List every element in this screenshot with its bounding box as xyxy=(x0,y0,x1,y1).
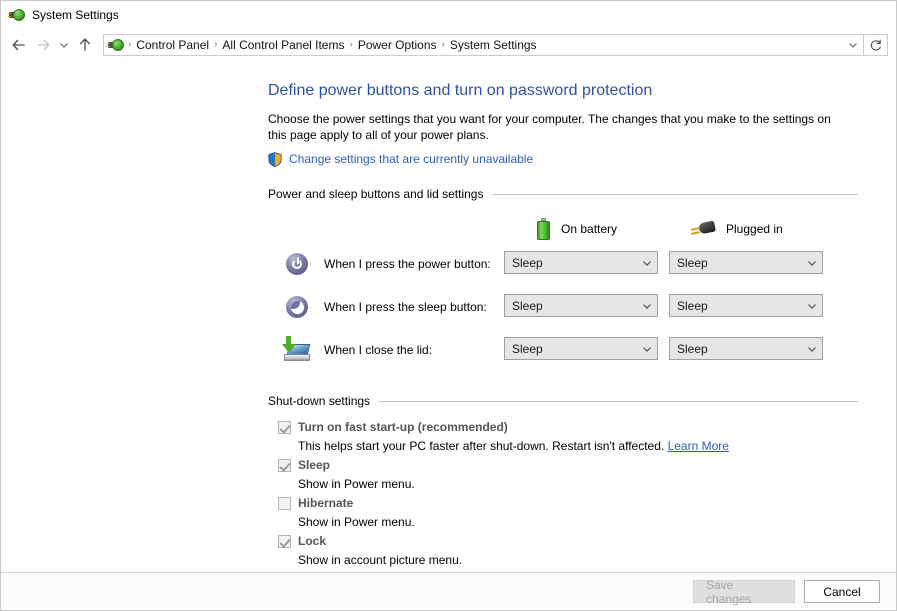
section-rule xyxy=(492,193,858,195)
up-button[interactable] xyxy=(73,33,97,57)
setting-row-close-lid: When I close the lid: Sleep Sleep xyxy=(268,331,858,374)
setting-row-sleep-button: When I press the sleep button: Sleep Sle… xyxy=(268,288,858,331)
breadcrumb-dropdown-button[interactable] xyxy=(843,35,863,55)
refresh-button[interactable] xyxy=(864,34,888,56)
column-header-plugged-in: Plugged in xyxy=(690,217,783,241)
change-settings-link[interactable]: Change settings that are currently unava… xyxy=(289,152,533,167)
checkbox-row-hibernate[interactable]: Hibernate xyxy=(278,495,858,512)
power-plug-icon xyxy=(690,220,716,237)
column-label-on-battery: On battery xyxy=(561,222,618,236)
setting-label-sleep-button: When I press the sleep button: xyxy=(324,300,487,314)
system-settings-window: System Settings › Control Panel › All Co… xyxy=(0,0,897,611)
breadcrumb-separator: › xyxy=(214,39,218,50)
section-title-shutdown: Shut-down settings xyxy=(268,394,371,408)
chevron-down-icon xyxy=(802,343,822,355)
checkbox-row-lock[interactable]: Lock xyxy=(278,533,858,550)
section-rule xyxy=(379,400,858,402)
forward-button[interactable] xyxy=(31,33,55,57)
breadcrumb-item-power-options[interactable]: Power Options xyxy=(355,35,440,55)
setting-label-close-lid: When I close the lid: xyxy=(324,343,433,357)
breadcrumb-separator: › xyxy=(349,39,353,50)
sleep-button-icon xyxy=(282,292,312,322)
checkbox-hibernate[interactable] xyxy=(278,497,291,510)
checkbox-label-lock: Lock xyxy=(298,534,327,548)
setting-row-power-button: When I press the power button: Sleep Sle… xyxy=(268,245,858,288)
recent-pages-button[interactable] xyxy=(55,33,73,57)
section-header-shutdown: Shut-down settings xyxy=(268,394,858,408)
breadcrumb-item-system-settings[interactable]: System Settings xyxy=(447,35,540,55)
column-header-on-battery: On battery xyxy=(537,217,617,241)
change-settings-row[interactable]: Change settings that are currently unava… xyxy=(268,152,858,167)
description-text: This helps start your PC faster after sh… xyxy=(298,439,665,453)
breadcrumb[interactable]: › Control Panel › All Control Panel Item… xyxy=(103,34,864,56)
back-arrow-icon xyxy=(12,39,25,51)
checkbox-row-fast-startup[interactable]: Turn on fast start-up (recommended) xyxy=(278,419,858,436)
checkbox-description-fast-startup: This helps start your PC faster after sh… xyxy=(298,438,858,454)
column-label-plugged-in: Plugged in xyxy=(726,222,783,236)
page-description: Choose the power settings that you want … xyxy=(268,112,831,142)
dropdown-value: Sleep xyxy=(677,255,708,270)
dropdown-close-lid-plugged-in[interactable]: Sleep xyxy=(669,337,823,360)
laptop-lid-icon xyxy=(282,335,312,365)
checkbox-description-sleep: Show in Power menu. xyxy=(298,477,415,491)
chevron-down-icon xyxy=(637,300,657,312)
back-button[interactable] xyxy=(7,33,31,57)
breadcrumb-separator: › xyxy=(441,39,445,50)
checkbox-label-sleep: Sleep xyxy=(298,458,331,472)
section-header-power-lid: Power and sleep buttons and lid settings xyxy=(268,187,858,201)
checkbox-label-hibernate: Hibernate xyxy=(298,496,354,510)
refresh-icon xyxy=(870,39,881,51)
battery-icon xyxy=(537,218,550,240)
checkbox-row-sleep[interactable]: Sleep xyxy=(278,457,858,474)
shutdown-settings-list: Turn on fast start-up (recommended) This… xyxy=(268,419,858,568)
address-bar: › Control Panel › All Control Panel Item… xyxy=(1,29,896,61)
checkbox-description-hibernate: Show in Power menu. xyxy=(298,515,415,529)
chevron-down-icon xyxy=(60,43,68,48)
checkbox-description-lock: Show in account picture menu. xyxy=(298,553,463,567)
forward-arrow-icon xyxy=(37,39,50,51)
breadcrumb-item-all-control-panel-items[interactable]: All Control Panel Items xyxy=(219,35,347,55)
dropdown-value: Sleep xyxy=(677,298,708,313)
dropdown-value: Sleep xyxy=(512,255,543,270)
chevron-down-icon xyxy=(849,43,857,48)
dropdown-value: Sleep xyxy=(677,341,708,356)
setting-label-power-button: When I press the power button: xyxy=(324,257,491,271)
breadcrumb-separator: › xyxy=(128,39,132,50)
content-area: Define power buttons and turn on passwor… xyxy=(1,61,896,572)
checkbox-fast-startup[interactable] xyxy=(278,421,291,434)
cancel-button[interactable]: Cancel xyxy=(804,580,880,603)
window-title: System Settings xyxy=(32,8,119,22)
checkbox-lock[interactable] xyxy=(278,535,291,548)
dropdown-value: Sleep xyxy=(512,341,543,356)
dropdown-sleep-button-on-battery[interactable]: Sleep xyxy=(504,294,658,317)
section-title-power-lid: Power and sleep buttons and lid settings xyxy=(268,187,484,201)
column-headers: On battery Plugged in xyxy=(268,217,858,245)
chevron-down-icon xyxy=(637,257,657,269)
dropdown-power-button-on-battery[interactable]: Sleep xyxy=(504,251,658,274)
checkbox-sleep[interactable] xyxy=(278,459,291,472)
dropdown-power-button-plugged-in[interactable]: Sleep xyxy=(669,251,823,274)
save-changes-button[interactable]: Save changes xyxy=(693,578,795,606)
chevron-down-icon xyxy=(802,300,822,312)
breadcrumb-item-control-panel[interactable]: Control Panel xyxy=(133,35,212,55)
dialog-footer: Save changes Cancel xyxy=(1,572,896,610)
checkbox-label-fast-startup: Turn on fast start-up (recommended) xyxy=(298,420,508,434)
uac-shield-icon xyxy=(268,152,282,167)
learn-more-link[interactable]: Learn More xyxy=(668,439,729,453)
dropdown-close-lid-on-battery[interactable]: Sleep xyxy=(504,337,658,360)
breadcrumb-power-options-icon xyxy=(107,37,124,53)
chevron-down-icon xyxy=(637,343,657,355)
dropdown-value: Sleep xyxy=(512,298,543,313)
title-bar: System Settings xyxy=(1,1,896,29)
power-options-icon xyxy=(8,7,25,23)
chevron-down-icon xyxy=(802,257,822,269)
dropdown-sleep-button-plugged-in[interactable]: Sleep xyxy=(669,294,823,317)
power-button-icon xyxy=(282,249,312,279)
up-arrow-icon xyxy=(79,38,91,51)
page-title: Define power buttons and turn on passwor… xyxy=(268,82,653,99)
